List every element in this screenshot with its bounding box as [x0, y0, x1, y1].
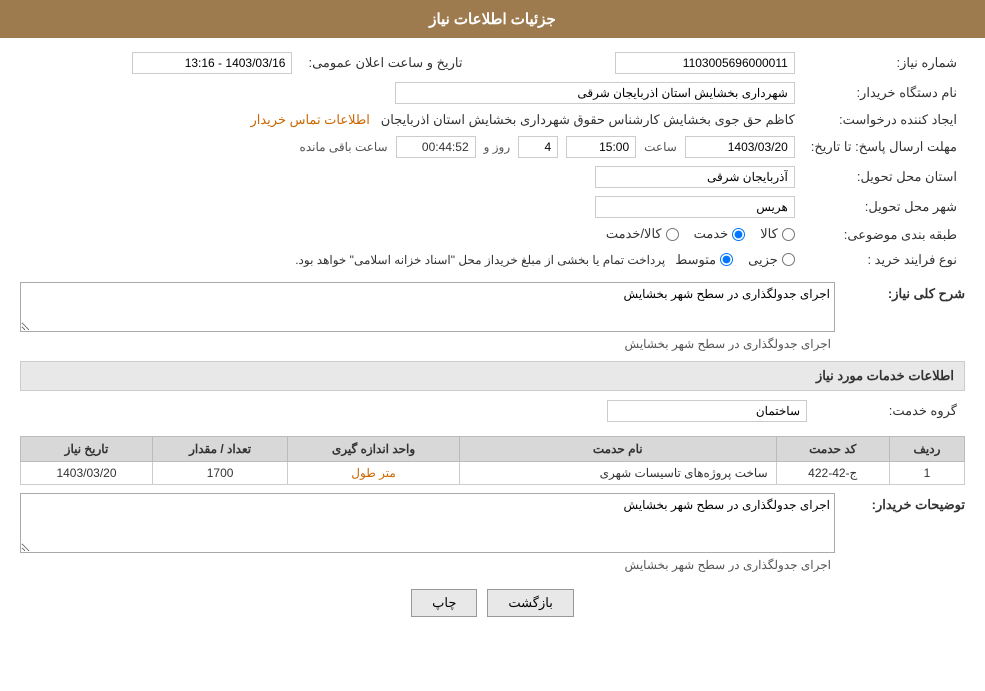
mohlat-date-input[interactable] [685, 136, 795, 158]
noe-farayand-label: نوع فرایند خرید : [803, 248, 965, 272]
khadamat-section-header: اطلاعات خدمات مورد نیاز [20, 361, 965, 391]
saat-label: ساعت [644, 140, 677, 154]
tarikh-elan-input[interactable] [132, 52, 292, 74]
col-tarikh: تاریخ نیاز [21, 436, 153, 461]
tabaqe-bandi-value: کالا خدمت کالا/خدمت [20, 222, 803, 248]
shomare-niaz-input[interactable] [615, 52, 795, 74]
bazgasht-button[interactable]: بازگشت [487, 589, 573, 617]
tosaif-label: توضیحات خریدار: [835, 493, 965, 513]
nam-dastgah-input[interactable] [395, 82, 795, 104]
tabaqe-kala[interactable]: کالا [760, 226, 795, 242]
shomare-niaz-value [491, 48, 803, 78]
ostan-input[interactable] [595, 166, 795, 188]
cell-radif: 1 [889, 461, 964, 484]
tarikh-elan-value [20, 48, 300, 78]
sharh-koli-textarea[interactable] [20, 282, 835, 332]
noe-farayand-value: جزیی متوسط پرداخت تمام یا بخشی از مبلغ خ… [20, 248, 803, 272]
cell-kod: ج-42-422 [776, 461, 889, 484]
ostan-value [20, 162, 803, 192]
services-table: ردیف کد حدمت نام حدمت واحد اندازه گیری ت… [20, 436, 965, 485]
tarikh-elan-label: تاریخ و ساعت اعلان عمومی: [300, 48, 470, 78]
shahr-input[interactable] [595, 196, 795, 218]
noe-farayand-radio-group: جزیی متوسط [675, 252, 795, 268]
shomare-niaz-label: شماره نیاز: [803, 48, 965, 78]
cell-vahed: متر طول [288, 461, 460, 484]
button-row: بازگشت چاپ [20, 589, 965, 617]
noe-motevaset[interactable]: متوسط [675, 252, 733, 268]
baqi-label: ساعت باقی مانده [300, 140, 388, 154]
noe-jozi[interactable]: جزیی [748, 252, 795, 268]
col-kod: کد حدمت [776, 436, 889, 461]
tosaif-row: توضیحات خریدار: اجرای جدولگذاری در سطح ش… [20, 493, 965, 574]
page-header: جزئیات اطلاعات نیاز [0, 0, 985, 38]
chap-button[interactable]: چاپ [411, 589, 477, 617]
groh-khadamat-table: گروه خدمت: [20, 396, 965, 426]
cell-tedad: 1700 [152, 461, 287, 484]
roz-label: روز و [484, 140, 511, 154]
mohlat-saat-input[interactable] [566, 136, 636, 158]
sharh-koli-content: اجرای جدولگذاری در سطح شهر بخشایش [20, 282, 835, 353]
groh-khadamat-input[interactable] [607, 400, 807, 422]
col-vahed: واحد اندازه گیری [288, 436, 460, 461]
sharh-koli-row: شرح کلی نیاز: اجرای جدولگذاری در سطح شهر… [20, 282, 965, 353]
sharh-koli-label: شرح کلی نیاز: [835, 282, 965, 302]
tabaqe-kala-khadamat[interactable]: کالا/خدمت [606, 226, 679, 242]
col-nam: نام حدمت [459, 436, 776, 461]
cell-tarikh: 1403/03/20 [21, 461, 153, 484]
nam-dastgah-value [20, 78, 803, 108]
cell-nam: ساخت پروژه‌های تاسیسات شهری [459, 461, 776, 484]
sharh-koli-display: اجرای جدولگذاری در سطح شهر بخشایش [20, 335, 835, 353]
shahr-value [20, 192, 803, 222]
tabaqe-khadamat[interactable]: خدمت [694, 226, 746, 242]
noe-farayand-note: پرداخت تمام یا بخشی از مبلغ خریداز محل "… [295, 253, 665, 267]
tamas-khardar-link[interactable]: اطلاعات تماس خریدار [250, 112, 369, 127]
mohlat-row: ساعت روز و ساعت باقی مانده [20, 132, 803, 162]
tosaif-content: اجرای جدولگذاری در سطح شهر بخشایش [20, 493, 835, 574]
mohlat-roz-input[interactable] [518, 136, 558, 158]
table-row: 1 ج-42-422 ساخت پروژه‌های تاسیسات شهری م… [21, 461, 965, 484]
tabaqe-radio-group: کالا خدمت کالا/خدمت [606, 226, 795, 242]
tosaif-display: اجرای جدولگذاری در سطح شهر بخشایش [20, 556, 835, 574]
ostan-label: استان محل تحویل: [803, 162, 965, 192]
tosaif-textarea[interactable] [20, 493, 835, 553]
ijad-konande-value: کاظم حق جوی بخشایش کارشناس حقوق شهرداری … [20, 108, 803, 132]
mohlat-label: مهلت ارسال پاسخ: تا تاریخ: [803, 132, 965, 162]
col-radif: ردیف [889, 436, 964, 461]
main-info-table: شماره نیاز: تاریخ و ساعت اعلان عمومی: نا… [20, 48, 965, 272]
shahr-label: شهر محل تحویل: [803, 192, 965, 222]
groh-khadamat-value [20, 396, 815, 426]
col-tedad: تعداد / مقدار [152, 436, 287, 461]
page-title: جزئیات اطلاعات نیاز [429, 11, 556, 28]
tabaqe-bandi-label: طبقه بندی موضوعی: [803, 222, 965, 248]
nam-dastgah-label: نام دستگاه خریدار: [803, 78, 965, 108]
ijad-konande-label: ایجاد کننده درخواست: [803, 108, 965, 132]
mohlat-countdown-input[interactable] [396, 136, 476, 158]
groh-khadamat-label: گروه خدمت: [815, 396, 965, 426]
ijad-konande-text: کاظم حق جوی بخشایش کارشناس حقوق شهرداری … [381, 112, 795, 127]
